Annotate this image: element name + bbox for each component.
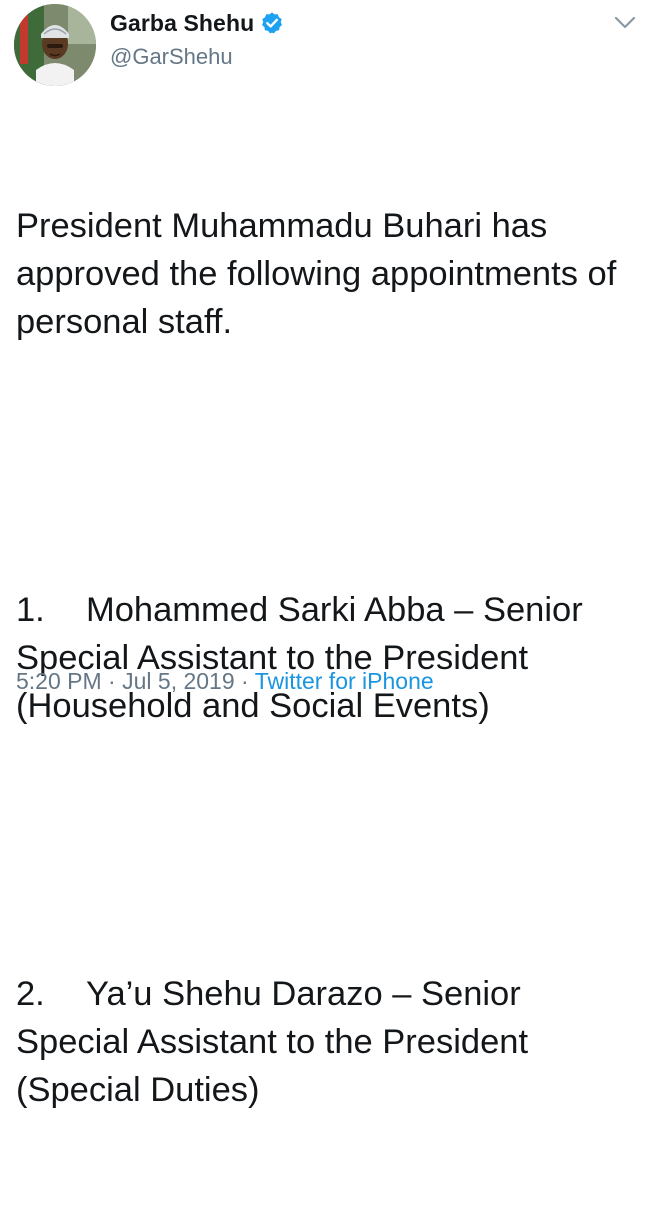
tweet-text: President Muhammadu Buhari has approved … [16, 106, 641, 1210]
avatar[interactable] [14, 4, 96, 86]
appointment-item-2: 2. Ya’u Shehu Darazo – Senior Special Ass… [16, 970, 641, 1114]
appointment-item-1: 1. Mohammed Sarki Abba – Senior Special A… [16, 586, 641, 730]
tweet-meta: 5:20 PM · Jul 5, 2019 · Twitter for iPho… [16, 668, 434, 695]
tweet-intro: President Muhammadu Buhari has approved … [16, 207, 626, 341]
appointment-number: 1. [16, 591, 45, 629]
author-handle[interactable]: @GarShehu [110, 44, 233, 70]
appointment-number: 2. [16, 975, 45, 1013]
meta-separator: · [108, 668, 116, 694]
tweet-card: Garba Shehu @GarShehu President Muhammad… [0, 0, 650, 1109]
tweet-date[interactable]: Jul 5, 2019 [122, 668, 235, 694]
appointment-text: Ya’u Shehu Darazo – Senior Special Assis… [16, 975, 538, 1109]
verified-badge-icon [260, 11, 284, 35]
chevron-down-icon[interactable] [612, 14, 638, 32]
meta-separator: · [241, 668, 249, 694]
author-display-name[interactable]: Garba Shehu [110, 10, 254, 37]
author-name-row[interactable]: Garba Shehu [110, 8, 284, 38]
profile-photo-icon [14, 4, 96, 86]
tweet-source-link[interactable]: Twitter for iPhone [255, 668, 434, 694]
tweet-time[interactable]: 5:20 PM [16, 668, 102, 694]
appointment-text: Mohammed Sarki Abba – Senior Special Ass… [16, 591, 593, 725]
